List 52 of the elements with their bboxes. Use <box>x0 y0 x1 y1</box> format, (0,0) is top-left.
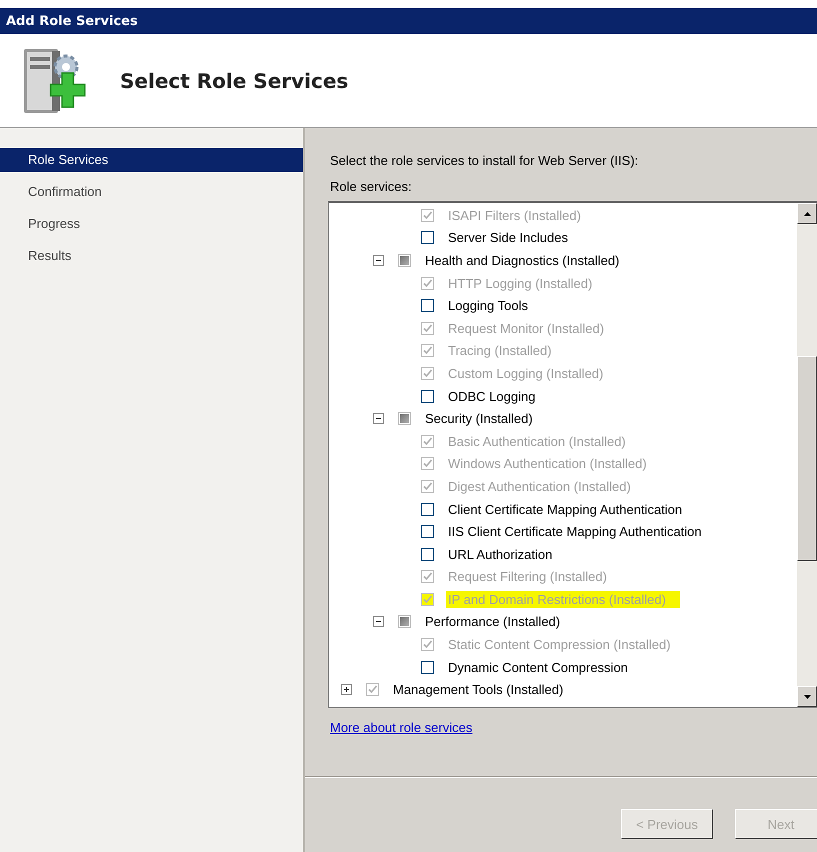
checkbox[interactable] <box>398 615 411 628</box>
window-title: Add Role Services <box>6 14 138 28</box>
checkbox[interactable] <box>421 231 434 244</box>
checkbox[interactable] <box>421 299 434 312</box>
tree-item-label: Basic Authentication (Installed) <box>447 432 627 450</box>
wizard-step[interactable]: Results <box>0 244 303 268</box>
tree-group-label: Security (Installed) <box>424 410 534 428</box>
instruction-text: Select the role services to install for Web Server (IIS): <box>330 152 640 170</box>
scroll-down-icon[interactable] <box>804 694 810 698</box>
scrollbar-thumb[interactable] <box>797 356 817 561</box>
role-services-list[interactable] <box>328 201 817 708</box>
tree-item-label: Request Monitor (Installed) <box>447 320 606 337</box>
checkbox[interactable] <box>398 412 411 426</box>
scrollbar[interactable] <box>797 203 817 707</box>
tree-item-label: Windows Authentication (Installed) <box>447 455 648 472</box>
checkbox[interactable] <box>421 525 434 538</box>
tree-item-label: IIS Client Certificate Mapping Authentication <box>447 523 703 540</box>
tree-group-label: Health and Diagnostics (Installed) <box>424 252 620 269</box>
tree-item-label: Static Content Compression (Installed) <box>447 636 672 654</box>
tree-item-label: Server Side Includes <box>447 229 569 246</box>
tree-item-label: Logging Tools <box>447 297 529 314</box>
page-heading: Select Role Services <box>120 68 348 92</box>
list-label: Role services: <box>330 178 413 196</box>
collapse-icon[interactable] <box>373 616 384 628</box>
checkbox[interactable] <box>421 548 434 561</box>
tree-item-label: Client Certificate Mapping Authentication <box>447 500 684 518</box>
tree-item-label: HTTP Logging (Installed) <box>447 274 594 292</box>
wizard-step[interactable]: Role Services <box>0 148 303 172</box>
server-add-icon <box>24 48 86 112</box>
wizard-step[interactable]: Progress <box>0 212 303 236</box>
tree-item-label: ISAPI Filters (Installed) <box>447 206 582 224</box>
scroll-up-icon[interactable] <box>804 212 810 216</box>
help-link[interactable]: More about role services <box>330 720 472 735</box>
checkbox[interactable] <box>398 254 411 267</box>
wizard-step[interactable]: Confirmation <box>0 180 303 204</box>
tree-item-label: Dynamic Content Compression <box>447 658 629 676</box>
expand-icon[interactable] <box>341 684 352 696</box>
tree-item-label: Request Filtering (Installed) <box>447 568 608 586</box>
checkbox[interactable] <box>366 683 379 696</box>
checkbox[interactable] <box>421 660 434 674</box>
tree-item-label: URL Authorization <box>447 546 554 563</box>
tree-item-label: ODBC Logging <box>447 388 536 405</box>
tree-item-label: IP and Domain Restrictions (Installed) <box>446 590 680 608</box>
collapse-icon[interactable] <box>373 413 384 424</box>
tree-item-label: Digest Authentication (Installed) <box>447 478 632 495</box>
tree-group-label: Management Tools (Installed) <box>392 681 564 698</box>
tree-item-label: Tracing (Installed) <box>447 342 553 360</box>
checkbox[interactable] <box>421 390 434 403</box>
collapse-icon[interactable] <box>373 254 384 266</box>
checkbox[interactable] <box>421 502 434 516</box>
tree-group-label: Performance (Installed) <box>424 613 562 630</box>
tree-item-label: Custom Logging (Installed) <box>447 364 604 382</box>
